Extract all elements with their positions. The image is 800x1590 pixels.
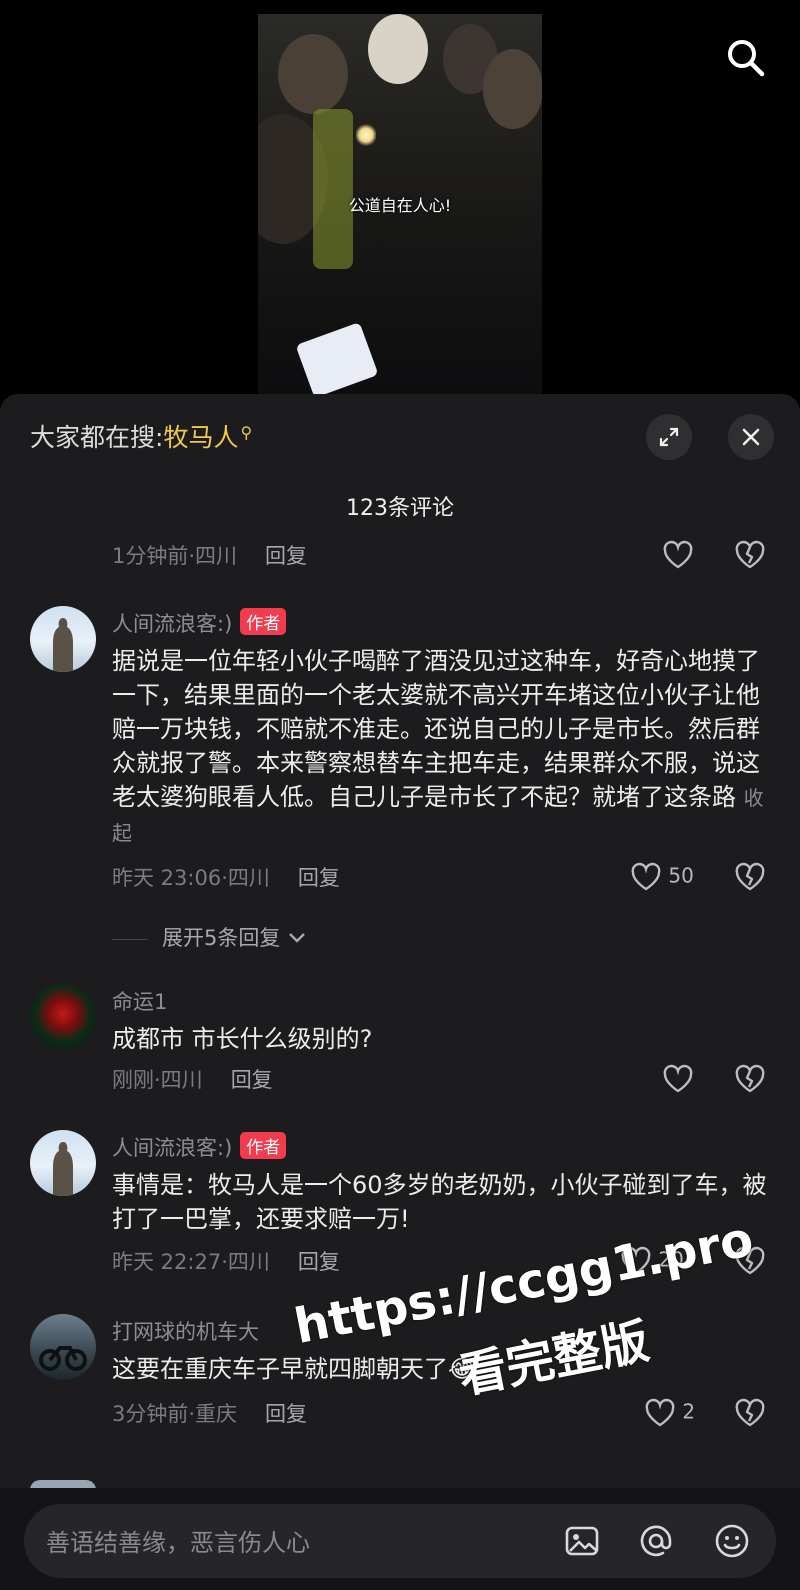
comment-text: 成都市 市长什么级别的? [112, 1025, 373, 1053]
author-tag: 作者 [240, 608, 287, 635]
image-icon[interactable] [562, 1521, 602, 1561]
broken-heart-icon [735, 1064, 765, 1093]
dislike-button[interactable] [734, 862, 766, 892]
comment-text: 据说是一位年轻小伙子喝醉了酒没见过这种车，好奇心地摸了一下，结果里面的一个老太婆… [112, 644, 772, 850]
divider [112, 938, 148, 940]
comment-count: 123条评论 [346, 496, 454, 521]
dislike-button[interactable] [734, 1398, 766, 1428]
comment-input-placeholder[interactable]: 善语结善缘，恶言伤人心 [46, 1523, 310, 1558]
emoji-icon[interactable] [712, 1521, 752, 1561]
like-button[interactable]: 2 [644, 1398, 695, 1428]
close-button[interactable] [728, 414, 774, 460]
like-button[interactable] [662, 540, 694, 570]
search-icon[interactable] [724, 36, 768, 80]
author-name[interactable]: 人间流浪客:) [112, 1136, 232, 1160]
author-tag: 作者 [240, 1132, 287, 1159]
avatar[interactable] [30, 1130, 96, 1196]
expand-button[interactable] [646, 414, 692, 460]
avatar[interactable] [30, 1314, 96, 1380]
heart-icon [631, 862, 661, 891]
reply-button[interactable]: 回复 [298, 866, 340, 890]
comment-text: 这要在重庆车子早就四脚朝天了😂 [112, 1352, 772, 1386]
comment-author[interactable]: 命运1 [112, 986, 167, 1016]
hot-search-keyword[interactable]: 牧马人 [163, 423, 238, 452]
small-search-icon: ⚲ [240, 423, 253, 442]
comment-author[interactable]: 打网球的机车大 [112, 1316, 259, 1346]
author-name[interactable]: 命运1 [112, 990, 167, 1014]
comment-meta: 1分钟前·四川 回复 [112, 540, 307, 570]
avatar[interactable] [30, 984, 96, 1050]
video-caption: 公道自在人心! [348, 196, 452, 215]
expand-replies-button[interactable]: 展开5条回复 [112, 922, 307, 952]
close-icon [742, 428, 760, 446]
comment-time: 昨天 23:06·四川 [112, 866, 270, 890]
chevron-down-icon [289, 933, 305, 943]
like-count: 2 [682, 1399, 696, 1424]
author-name[interactable]: 人间流浪客:) [112, 612, 232, 636]
dislike-button[interactable] [734, 1064, 766, 1094]
comment-meta: 昨天 23:06·四川 回复 [112, 862, 340, 892]
reply-button[interactable]: 回复 [298, 1250, 340, 1274]
comment-meta: 昨天 22:27·四川 回复 [112, 1246, 340, 1276]
reply-button[interactable]: 回复 [265, 1402, 307, 1426]
broken-heart-icon [735, 862, 765, 891]
comment-time: 1分钟前·四川 [112, 544, 238, 568]
reply-button[interactable]: 回复 [231, 1068, 273, 1092]
comment-time: 刚刚·四川 [112, 1068, 203, 1092]
heart-icon [645, 1398, 675, 1427]
hot-search-label: 大家都在搜: [30, 423, 164, 452]
comment-time: 3分钟前·重庆 [112, 1402, 238, 1426]
author-name[interactable]: 打网球的机车大 [112, 1320, 259, 1344]
like-button[interactable]: 50 [630, 862, 694, 892]
dislike-button[interactable] [734, 540, 766, 570]
video-player[interactable]: 公道自在人心! [258, 14, 542, 394]
expand-icon [659, 427, 679, 447]
expand-replies-label: 展开5条回复 [162, 926, 281, 950]
hot-search[interactable]: 大家都在搜:牧马人 ⚲ [30, 418, 252, 454]
comment-meta: 3分钟前·重庆 回复 [112, 1398, 307, 1428]
mention-icon[interactable] [636, 1521, 676, 1561]
broken-heart-icon [735, 540, 765, 569]
like-button[interactable] [662, 1064, 694, 1094]
heart-icon [663, 1064, 693, 1093]
comment-author[interactable]: 人间流浪客:) 作者 [112, 1132, 287, 1162]
comment-meta: 刚刚·四川 回复 [112, 1064, 273, 1094]
comment-body: 据说是一位年轻小伙子喝醉了酒没见过这种车，好奇心地摸了一下，结果里面的一个老太婆… [112, 647, 760, 811]
comment-author[interactable]: 人间流浪客:) 作者 [112, 608, 287, 638]
broken-heart-icon [735, 1398, 765, 1427]
avatar[interactable] [30, 606, 96, 672]
reply-button[interactable]: 回复 [265, 544, 307, 568]
comment-time: 昨天 22:27·四川 [112, 1250, 270, 1274]
like-count: 50 [668, 863, 694, 888]
comment-body: 这要在重庆车子早就四脚朝天了 [112, 1355, 448, 1383]
heart-icon [663, 540, 693, 569]
